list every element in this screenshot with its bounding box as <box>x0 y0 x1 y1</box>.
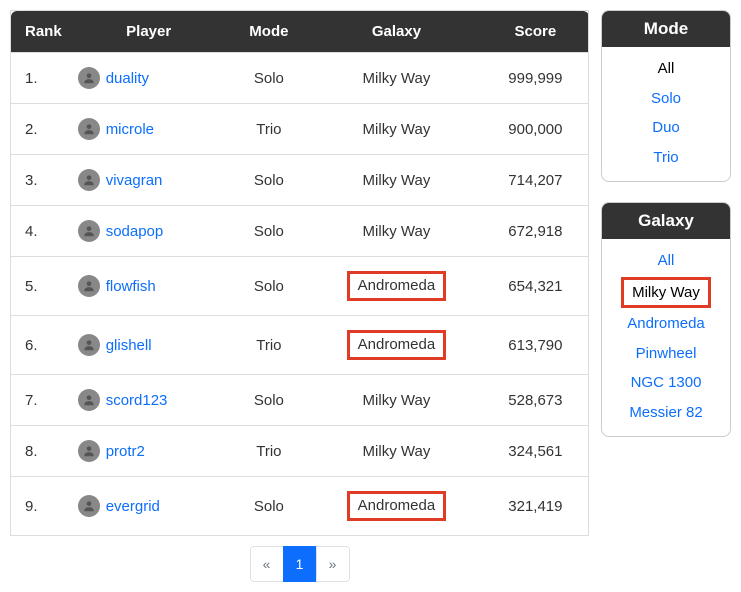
cell-score: 672,918 <box>483 206 589 257</box>
col-rank: Rank <box>11 11 70 53</box>
table-row: 1. duality SoloMilky Way999,999 <box>11 53 589 104</box>
cell-galaxy: Milky Way <box>310 206 483 257</box>
col-galaxy: Galaxy <box>310 11 483 53</box>
avatar-icon <box>78 220 100 242</box>
cell-mode: Trio <box>228 426 310 477</box>
cell-player: flowfish <box>70 257 228 316</box>
cell-mode: Trio <box>228 316 310 375</box>
player-link[interactable]: microle <box>106 121 154 138</box>
cell-player: glishell <box>70 316 228 375</box>
mode-filter-item[interactable]: All <box>652 55 681 83</box>
avatar-icon <box>78 67 100 89</box>
avatar-icon <box>78 495 100 517</box>
galaxy-filter-item[interactable]: All <box>652 247 681 275</box>
galaxy-filter-title: Galaxy <box>602 203 730 239</box>
player-link[interactable]: flowfish <box>106 278 156 295</box>
galaxy-filter-item[interactable]: Andromeda <box>621 310 711 338</box>
cell-rank: 2. <box>11 104 70 155</box>
table-row: 8. protr2 TrioMilky Way324,561 <box>11 426 589 477</box>
cell-rank: 5. <box>11 257 70 316</box>
avatar-icon <box>78 275 100 297</box>
mode-filter-title: Mode <box>602 11 730 47</box>
avatar-icon <box>78 440 100 462</box>
cell-score: 528,673 <box>483 375 589 426</box>
avatar-icon <box>78 389 100 411</box>
galaxy-filter-item[interactable]: Pinwheel <box>630 340 703 368</box>
player-link[interactable]: evergrid <box>106 498 160 515</box>
cell-score: 900,000 <box>483 104 589 155</box>
mode-filter-item[interactable]: Trio <box>647 144 684 172</box>
table-row: 7. scord123 SoloMilky Way528,673 <box>11 375 589 426</box>
cell-rank: 6. <box>11 316 70 375</box>
cell-player: microle <box>70 104 228 155</box>
galaxy-highlight: Andromeda <box>347 271 447 301</box>
avatar-icon <box>78 334 100 356</box>
table-row: 9. evergrid Solo Andromeda 321,419 <box>11 477 589 536</box>
cell-galaxy: Andromeda <box>310 257 483 316</box>
cell-mode: Solo <box>228 155 310 206</box>
cell-player: scord123 <box>70 375 228 426</box>
cell-player: evergrid <box>70 477 228 536</box>
cell-rank: 1. <box>11 53 70 104</box>
cell-galaxy: Andromeda <box>310 477 483 536</box>
cell-galaxy: Andromeda <box>310 316 483 375</box>
cell-score: 324,561 <box>483 426 589 477</box>
player-link[interactable]: vivagran <box>106 172 163 189</box>
cell-player: protr2 <box>70 426 228 477</box>
cell-rank: 8. <box>11 426 70 477</box>
mode-filter-item[interactable]: Solo <box>645 85 687 113</box>
cell-score: 613,790 <box>483 316 589 375</box>
table-row: 6. glishell Trio Andromeda 613,790 <box>11 316 589 375</box>
cell-mode: Solo <box>228 257 310 316</box>
table-row: 3. vivagran SoloMilky Way714,207 <box>11 155 589 206</box>
leaderboard-table: Rank Player Mode Galaxy Score 1. duality S… <box>10 10 589 536</box>
cell-galaxy: Milky Way <box>310 104 483 155</box>
cell-mode: Solo <box>228 477 310 536</box>
cell-rank: 4. <box>11 206 70 257</box>
galaxy-highlight: Andromeda <box>347 491 447 521</box>
avatar-icon <box>78 169 100 191</box>
mode-filter-item[interactable]: Duo <box>646 114 686 142</box>
cell-rank: 7. <box>11 375 70 426</box>
cell-galaxy: Milky Way <box>310 375 483 426</box>
table-row: 2. microle TrioMilky Way900,000 <box>11 104 589 155</box>
cell-mode: Solo <box>228 375 310 426</box>
cell-rank: 3. <box>11 155 70 206</box>
mode-filter-panel: Mode AllSoloDuoTrio <box>601 10 731 182</box>
player-link[interactable]: protr2 <box>106 443 145 460</box>
galaxy-filter-panel: Galaxy AllMilky WayAndromedaPinwheelNGC … <box>601 202 731 437</box>
cell-player: duality <box>70 53 228 104</box>
galaxy-highlight: Andromeda <box>347 330 447 360</box>
cell-galaxy: Milky Way <box>310 426 483 477</box>
cell-score: 999,999 <box>483 53 589 104</box>
cell-rank: 9. <box>11 477 70 536</box>
cell-score: 654,321 <box>483 257 589 316</box>
avatar-icon <box>78 118 100 140</box>
cell-player: sodapop <box>70 206 228 257</box>
table-row: 5. flowfish Solo Andromeda 654,321 <box>11 257 589 316</box>
cell-mode: Trio <box>228 104 310 155</box>
cell-galaxy: Milky Way <box>310 155 483 206</box>
galaxy-filter-item[interactable]: Milky Way <box>621 277 711 309</box>
cell-galaxy: Milky Way <box>310 53 483 104</box>
table-row: 4. sodapop SoloMilky Way672,918 <box>11 206 589 257</box>
cell-mode: Solo <box>228 53 310 104</box>
cell-score: 321,419 <box>483 477 589 536</box>
col-score: Score <box>483 11 589 53</box>
player-link[interactable]: scord123 <box>106 392 168 409</box>
col-mode: Mode <box>228 11 310 53</box>
galaxy-filter-item[interactable]: Messier 82 <box>623 399 708 427</box>
cell-score: 714,207 <box>483 155 589 206</box>
cell-mode: Solo <box>228 206 310 257</box>
col-player: Player <box>70 11 228 53</box>
player-link[interactable]: sodapop <box>106 223 164 240</box>
galaxy-filter-item[interactable]: NGC 1300 <box>625 369 708 397</box>
cell-player: vivagran <box>70 155 228 206</box>
player-link[interactable]: duality <box>106 70 149 87</box>
player-link[interactable]: glishell <box>106 337 152 354</box>
